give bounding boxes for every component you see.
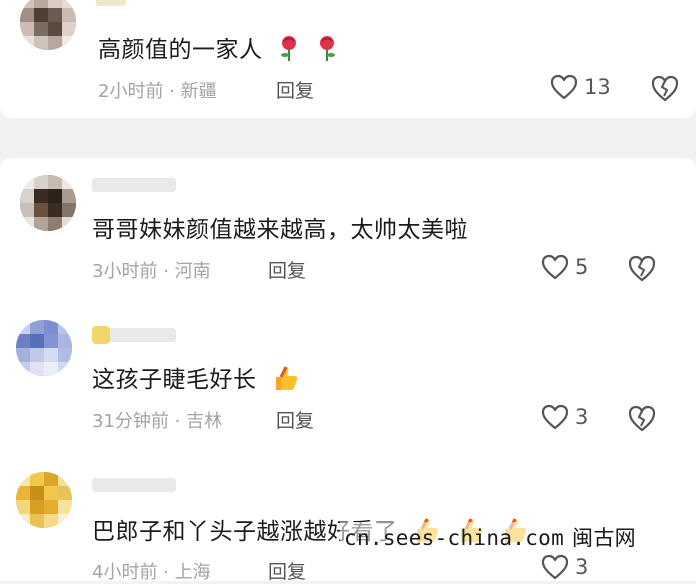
reply-button[interactable]: 回复 bbox=[268, 256, 306, 283]
rose-icon bbox=[316, 34, 338, 68]
like-button[interactable]: 13 bbox=[550, 74, 611, 100]
avatar[interactable] bbox=[16, 320, 72, 376]
broken-heart-icon[interactable] bbox=[627, 254, 657, 282]
like-count: 3 bbox=[575, 405, 589, 429]
like-button[interactable]: 3 bbox=[541, 554, 588, 580]
broken-heart-icon[interactable] bbox=[650, 74, 680, 102]
watermark: cn.sees-china.com 闽古网 bbox=[340, 522, 640, 552]
comment-text: 这孩子睫毛好长 bbox=[92, 360, 300, 398]
username-blurred bbox=[92, 478, 176, 492]
avatar[interactable] bbox=[20, 0, 76, 50]
like-button[interactable]: 3 bbox=[541, 404, 588, 430]
like-count: 5 bbox=[575, 255, 589, 279]
comment-time-location: 2小时前 · 新疆 bbox=[98, 81, 217, 102]
like-count: 3 bbox=[575, 555, 589, 579]
heart-icon bbox=[541, 404, 569, 430]
comment-text: 高颜值的一家人 bbox=[98, 30, 338, 68]
like-button[interactable]: 5 bbox=[541, 254, 588, 280]
watermark-url: cn.sees-china.com bbox=[344, 526, 565, 550]
username-blurred bbox=[92, 326, 176, 344]
comment-time-location: 4小时前 · 上海 bbox=[92, 562, 211, 583]
heart-icon bbox=[541, 554, 569, 580]
watermark-site: 闽古网 bbox=[572, 526, 636, 550]
reply-button[interactable]: 回复 bbox=[276, 406, 314, 433]
like-count: 13 bbox=[584, 75, 611, 99]
avatar[interactable] bbox=[20, 175, 76, 231]
broken-heart-icon[interactable] bbox=[627, 404, 657, 432]
username-blurred bbox=[92, 178, 176, 192]
thumbs-up-icon bbox=[272, 364, 300, 398]
username-blurred bbox=[96, 0, 126, 6]
reply-button[interactable]: 回复 bbox=[268, 557, 306, 584]
comment-time-location: 31分钟前 · 吉林 bbox=[92, 411, 223, 432]
heart-icon bbox=[541, 254, 569, 280]
comment-time-location: 3小时前 · 河南 bbox=[92, 261, 211, 282]
rose-icon bbox=[278, 34, 300, 68]
comment-text: 哥哥妹妹颜值越来越高，太帅太美啦 bbox=[92, 217, 468, 243]
heart-icon bbox=[550, 74, 578, 100]
reply-button[interactable]: 回复 bbox=[276, 76, 314, 103]
avatar[interactable] bbox=[16, 472, 72, 528]
